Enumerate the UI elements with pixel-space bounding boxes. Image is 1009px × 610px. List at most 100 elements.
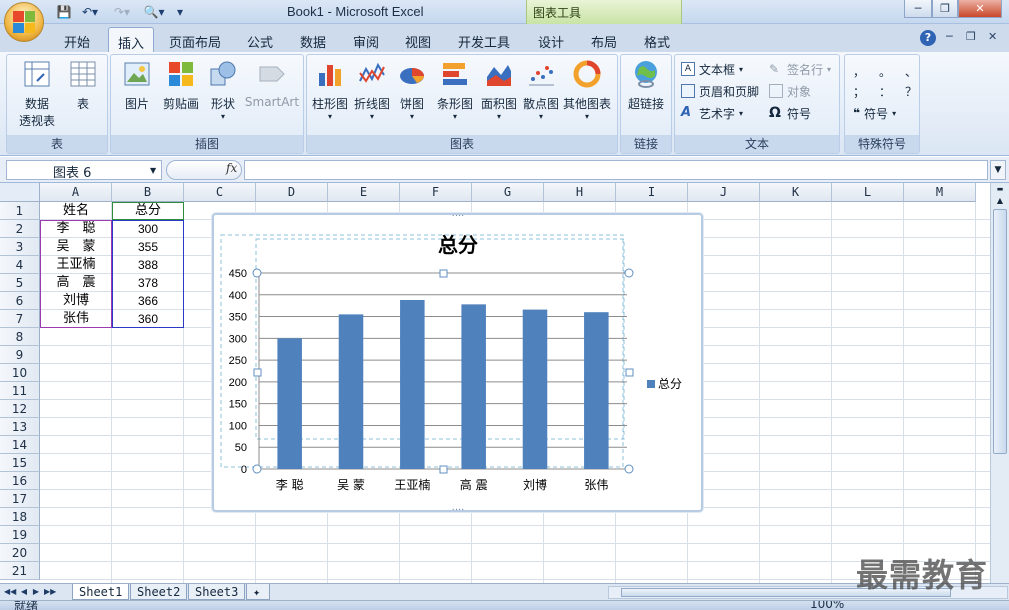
formula-input[interactable] bbox=[244, 160, 988, 180]
row-header[interactable]: 19 bbox=[0, 526, 40, 544]
smartart-button[interactable]: SmartArt bbox=[243, 59, 301, 109]
close-icon[interactable]: ✕ bbox=[958, 0, 1002, 18]
y-tick-label[interactable]: 250 bbox=[229, 355, 247, 367]
save-icon[interactable]: 💾 bbox=[56, 3, 72, 21]
column-header[interactable]: H bbox=[544, 183, 616, 202]
row-header[interactable]: 16 bbox=[0, 472, 40, 490]
workbook-minimize-icon[interactable]: ─ bbox=[946, 30, 953, 43]
minimize-icon[interactable]: ─ bbox=[904, 0, 932, 18]
row-header[interactable]: 11 bbox=[0, 382, 40, 400]
workbook-restore-icon[interactable]: ❐ bbox=[966, 30, 976, 43]
x-tick-label[interactable]: 吴 蒙 bbox=[337, 478, 365, 492]
tab-review[interactable]: 审阅 bbox=[346, 27, 386, 52]
hyperlink-button[interactable]: 超链接 bbox=[623, 59, 669, 112]
special-char-enumeration-comma[interactable]: 、 bbox=[905, 63, 917, 80]
resize-handle[interactable] bbox=[439, 269, 448, 278]
office-button[interactable] bbox=[4, 2, 44, 42]
x-tick-label[interactable]: 李 聪 bbox=[276, 477, 304, 492]
qat-customize-icon[interactable]: ▾ bbox=[174, 3, 186, 21]
row-header[interactable]: 18 bbox=[0, 508, 40, 526]
tab-layout[interactable]: 布局 bbox=[584, 27, 624, 52]
redo-icon[interactable]: ↷▾ bbox=[110, 3, 134, 21]
column-header[interactable]: L bbox=[832, 183, 904, 202]
workbook-close-icon[interactable]: ✕ bbox=[988, 30, 997, 43]
y-tick-label[interactable]: 0 bbox=[241, 464, 247, 476]
column-header[interactable]: F bbox=[400, 183, 472, 202]
first-sheet-icon[interactable]: ◀◀ bbox=[4, 585, 16, 599]
x-tick-label[interactable]: 高 震 bbox=[460, 477, 488, 492]
resize-handle[interactable] bbox=[252, 268, 262, 278]
row-header[interactable]: 20 bbox=[0, 544, 40, 562]
symbol-button[interactable]: Ω 符号 bbox=[769, 103, 811, 123]
legend-label[interactable]: 总分 bbox=[658, 377, 682, 391]
insert-function-icon[interactable]: fx bbox=[226, 161, 237, 175]
zoom-level[interactable]: 100% bbox=[810, 601, 844, 610]
signature-line-button[interactable]: ✎ 签名行 ▾ bbox=[769, 59, 831, 79]
shapes-button[interactable]: 形状 ▾ bbox=[205, 59, 241, 121]
scroll-up-icon[interactable]: ▲ bbox=[993, 196, 1007, 208]
resize-handle[interactable] bbox=[253, 368, 262, 377]
special-symbol-button[interactable]: ❝ 符号 ▾ bbox=[853, 103, 896, 123]
row-header[interactable]: 6 bbox=[0, 292, 40, 310]
special-char-question[interactable]: ？ bbox=[905, 83, 917, 100]
row-header[interactable]: 12 bbox=[0, 400, 40, 418]
pie-chart-button[interactable]: 饼图 ▾ bbox=[395, 59, 429, 121]
column-header[interactable]: E bbox=[328, 183, 400, 202]
y-tick-label[interactable]: 50 bbox=[235, 442, 247, 454]
row-header[interactable]: 1 bbox=[0, 202, 40, 220]
row-header[interactable]: 21 bbox=[0, 562, 40, 580]
column-header[interactable]: C bbox=[184, 183, 256, 202]
resize-handle[interactable] bbox=[624, 268, 634, 278]
resize-handle[interactable] bbox=[252, 464, 262, 474]
column-header[interactable]: D bbox=[256, 183, 328, 202]
chart-bar[interactable] bbox=[461, 304, 486, 469]
y-tick-label[interactable]: 150 bbox=[229, 399, 247, 411]
formula-expand-icon[interactable]: ▼ bbox=[990, 160, 1006, 180]
print-preview-icon[interactable]: 🔍▾ bbox=[142, 3, 166, 21]
series-name-range-highlight[interactable] bbox=[112, 202, 184, 220]
x-tick-label[interactable]: 张伟 bbox=[584, 478, 608, 492]
y-tick-label[interactable]: 300 bbox=[229, 333, 247, 345]
scatter-chart-button[interactable]: 散点图 ▾ bbox=[521, 59, 561, 121]
help-icon[interactable]: ? bbox=[920, 30, 936, 46]
chart-bar[interactable] bbox=[522, 309, 548, 469]
tab-formulas[interactable]: 公式 bbox=[240, 27, 280, 52]
tab-insert[interactable]: 插入 bbox=[108, 27, 154, 52]
insert-sheet-icon[interactable]: ✦ bbox=[246, 584, 270, 600]
undo-icon[interactable]: ↶▾ bbox=[78, 3, 102, 21]
sheet-tab-2[interactable]: Sheet2 bbox=[130, 584, 188, 600]
row-header[interactable]: 14 bbox=[0, 436, 40, 454]
special-char-colon[interactable]: ： bbox=[879, 83, 891, 100]
special-char-comma[interactable]: ， bbox=[853, 63, 865, 80]
cell[interactable]: 姓名 bbox=[40, 202, 112, 220]
row-header[interactable]: 15 bbox=[0, 454, 40, 472]
header-footer-button[interactable]: 页眉和页脚 bbox=[681, 81, 759, 101]
tab-design[interactable]: 设计 bbox=[530, 27, 572, 52]
tab-format[interactable]: 格式 bbox=[636, 27, 678, 52]
last-sheet-icon[interactable]: ▶▶ bbox=[44, 585, 56, 599]
chart-object[interactable]: 总分 0 50 100 150 200 250 300 350 400 450 李 聪 吴 蒙 王亚楠 高 … bbox=[212, 213, 703, 512]
textbox-button[interactable]: A 文本框 ▾ bbox=[681, 59, 743, 79]
column-header[interactable]: G bbox=[472, 183, 544, 202]
picture-button[interactable]: 图片 bbox=[117, 59, 157, 112]
special-char-semicolon[interactable]: ； bbox=[853, 83, 865, 100]
values-range-highlight[interactable] bbox=[112, 220, 184, 328]
chart-bar[interactable] bbox=[338, 314, 364, 469]
y-tick-label[interactable]: 350 bbox=[229, 312, 247, 324]
restore-icon[interactable]: ❐ bbox=[932, 0, 958, 18]
area-chart-button[interactable]: 面积图 ▾ bbox=[479, 59, 519, 121]
chart-bar[interactable] bbox=[400, 300, 425, 469]
row-header[interactable]: 4 bbox=[0, 256, 40, 274]
top-grip-icon[interactable]: ···· bbox=[452, 215, 465, 222]
vertical-scroll-thumb[interactable] bbox=[993, 209, 1007, 454]
column-header[interactable]: B bbox=[112, 183, 184, 202]
y-tick-label[interactable]: 400 bbox=[229, 290, 247, 302]
tab-home[interactable]: 开始 bbox=[56, 27, 98, 52]
bar-chart-button[interactable]: 条形图 ▾ bbox=[433, 59, 477, 121]
vertical-scrollbar[interactable]: ▬ ▲ bbox=[990, 183, 1009, 583]
sheet-tab-3[interactable]: Sheet3 bbox=[188, 584, 246, 600]
row-header[interactable]: 7 bbox=[0, 310, 40, 328]
column-header[interactable]: I bbox=[616, 183, 688, 202]
row-header[interactable]: 9 bbox=[0, 346, 40, 364]
category-range-highlight[interactable] bbox=[40, 220, 112, 328]
